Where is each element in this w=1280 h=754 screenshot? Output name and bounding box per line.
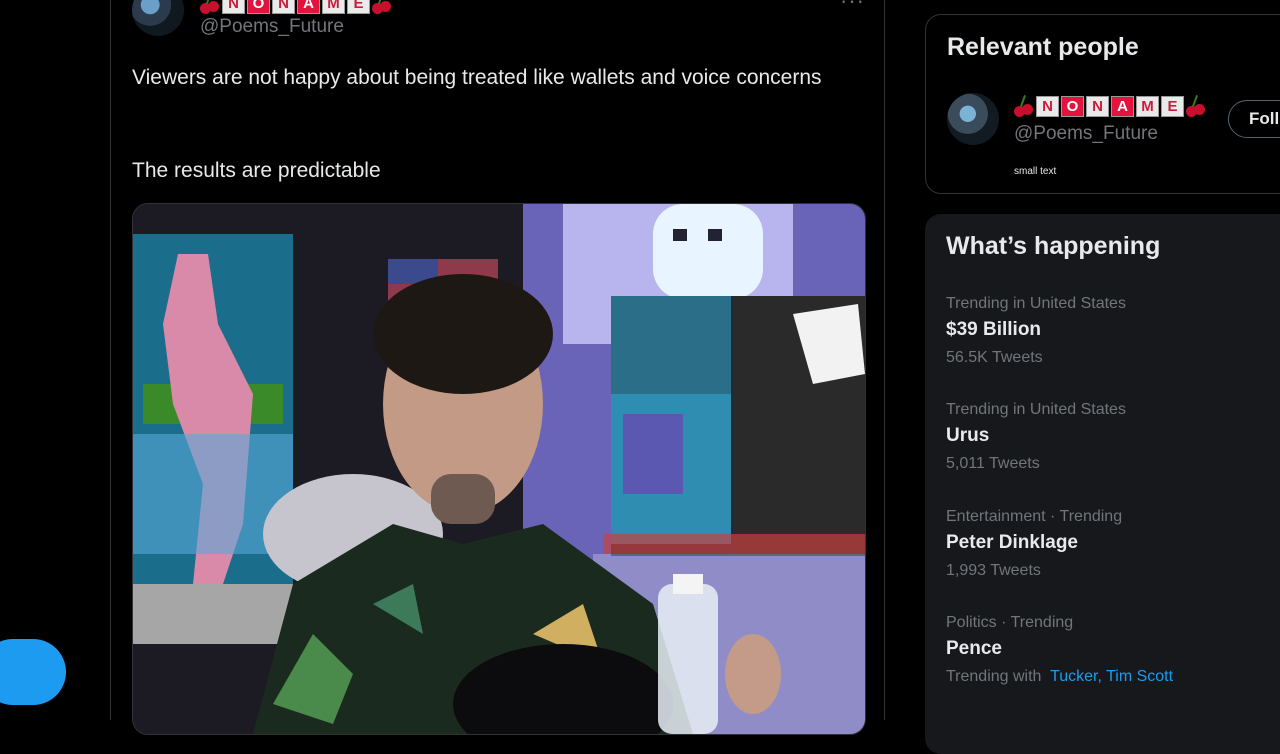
compose-tweet-button[interactable] [0,639,66,705]
relevant-people-panel: Relevant people N O N A M E @Poems_Futur… [925,14,1280,194]
follow-button[interactable]: Follow [1228,100,1280,138]
trend-with-links[interactable]: Tucker, Tim Scott [1050,668,1173,685]
trend-with-label: Trending with [946,668,1042,685]
tweet-author-handle[interactable]: @Poems_Future [200,16,344,38]
relevant-user-name[interactable]: N O N A M E [1014,95,1206,117]
whats-happening-panel: What’s happening Trending in United Stat… [925,214,1280,754]
name-letter: E [1161,95,1184,117]
name-letter: N [222,0,245,14]
name-letter: N [1086,95,1109,117]
relevant-user-handle[interactable]: @Poems_Future [1014,123,1158,145]
feed-left-border [110,0,111,720]
relevant-user-bio: small text [1014,166,1057,177]
name-letter: N [272,0,295,14]
trend-item[interactable]: Entertainment · Trending Peter Dinklage … [946,507,1280,581]
cherry-icon [1186,95,1206,117]
trend-with: Trending with Tucker, Tim Scott [946,667,1280,687]
trend-title: Peter Dinklage [946,532,1078,553]
tweet-author-avatar[interactable] [132,0,184,36]
feed-right-border [884,0,885,720]
trend-count: 5,011 Tweets [946,455,1040,472]
trend-count: 1,993 Tweets [946,562,1041,579]
trend-item[interactable]: Trending in United States $39 Billion 56… [946,294,1280,368]
relevant-user-avatar[interactable] [947,93,999,145]
cherry-icon [372,0,392,14]
more-dots-icon[interactable]: ··· [840,0,865,14]
tweet-text-second-paragraph: The results are predictable [132,159,381,182]
tweet-author-name[interactable]: N O N A M E [200,0,392,14]
name-letter: A [1111,95,1134,117]
name-letter: N [1036,95,1059,117]
trend-item[interactable]: Trending in United States Urus 5,011 Twe… [946,400,1280,474]
trend-meta: Politics · Trending [946,614,1074,631]
relevant-people-title: Relevant people [947,33,1139,61]
video-frame-image [133,204,865,734]
trend-meta: Entertainment · Trending [946,508,1123,525]
cherry-icon [1014,95,1034,117]
trend-meta: Trending in United States [946,295,1126,312]
trend-item[interactable]: Politics · Trending Pence Trending with … [946,613,1280,687]
trend-title: Urus [946,425,990,446]
name-letter: M [322,0,345,14]
trend-title: Pence [946,638,1002,659]
name-letter: O [247,0,270,14]
trend-title: $39 Billion [946,319,1042,340]
whats-happening-title: What’s happening [946,232,1161,260]
name-letter: A [297,0,320,14]
tweet-video-media[interactable] [132,203,866,735]
name-letter: M [1136,95,1159,117]
trend-count: 56.5K Tweets [946,349,1043,366]
name-letter: O [1061,95,1084,117]
tweet-text: Viewers are not happy about being treate… [132,66,822,89]
name-letter: E [347,0,370,14]
cherry-icon [200,0,220,14]
trend-meta: Trending in United States [946,401,1126,418]
